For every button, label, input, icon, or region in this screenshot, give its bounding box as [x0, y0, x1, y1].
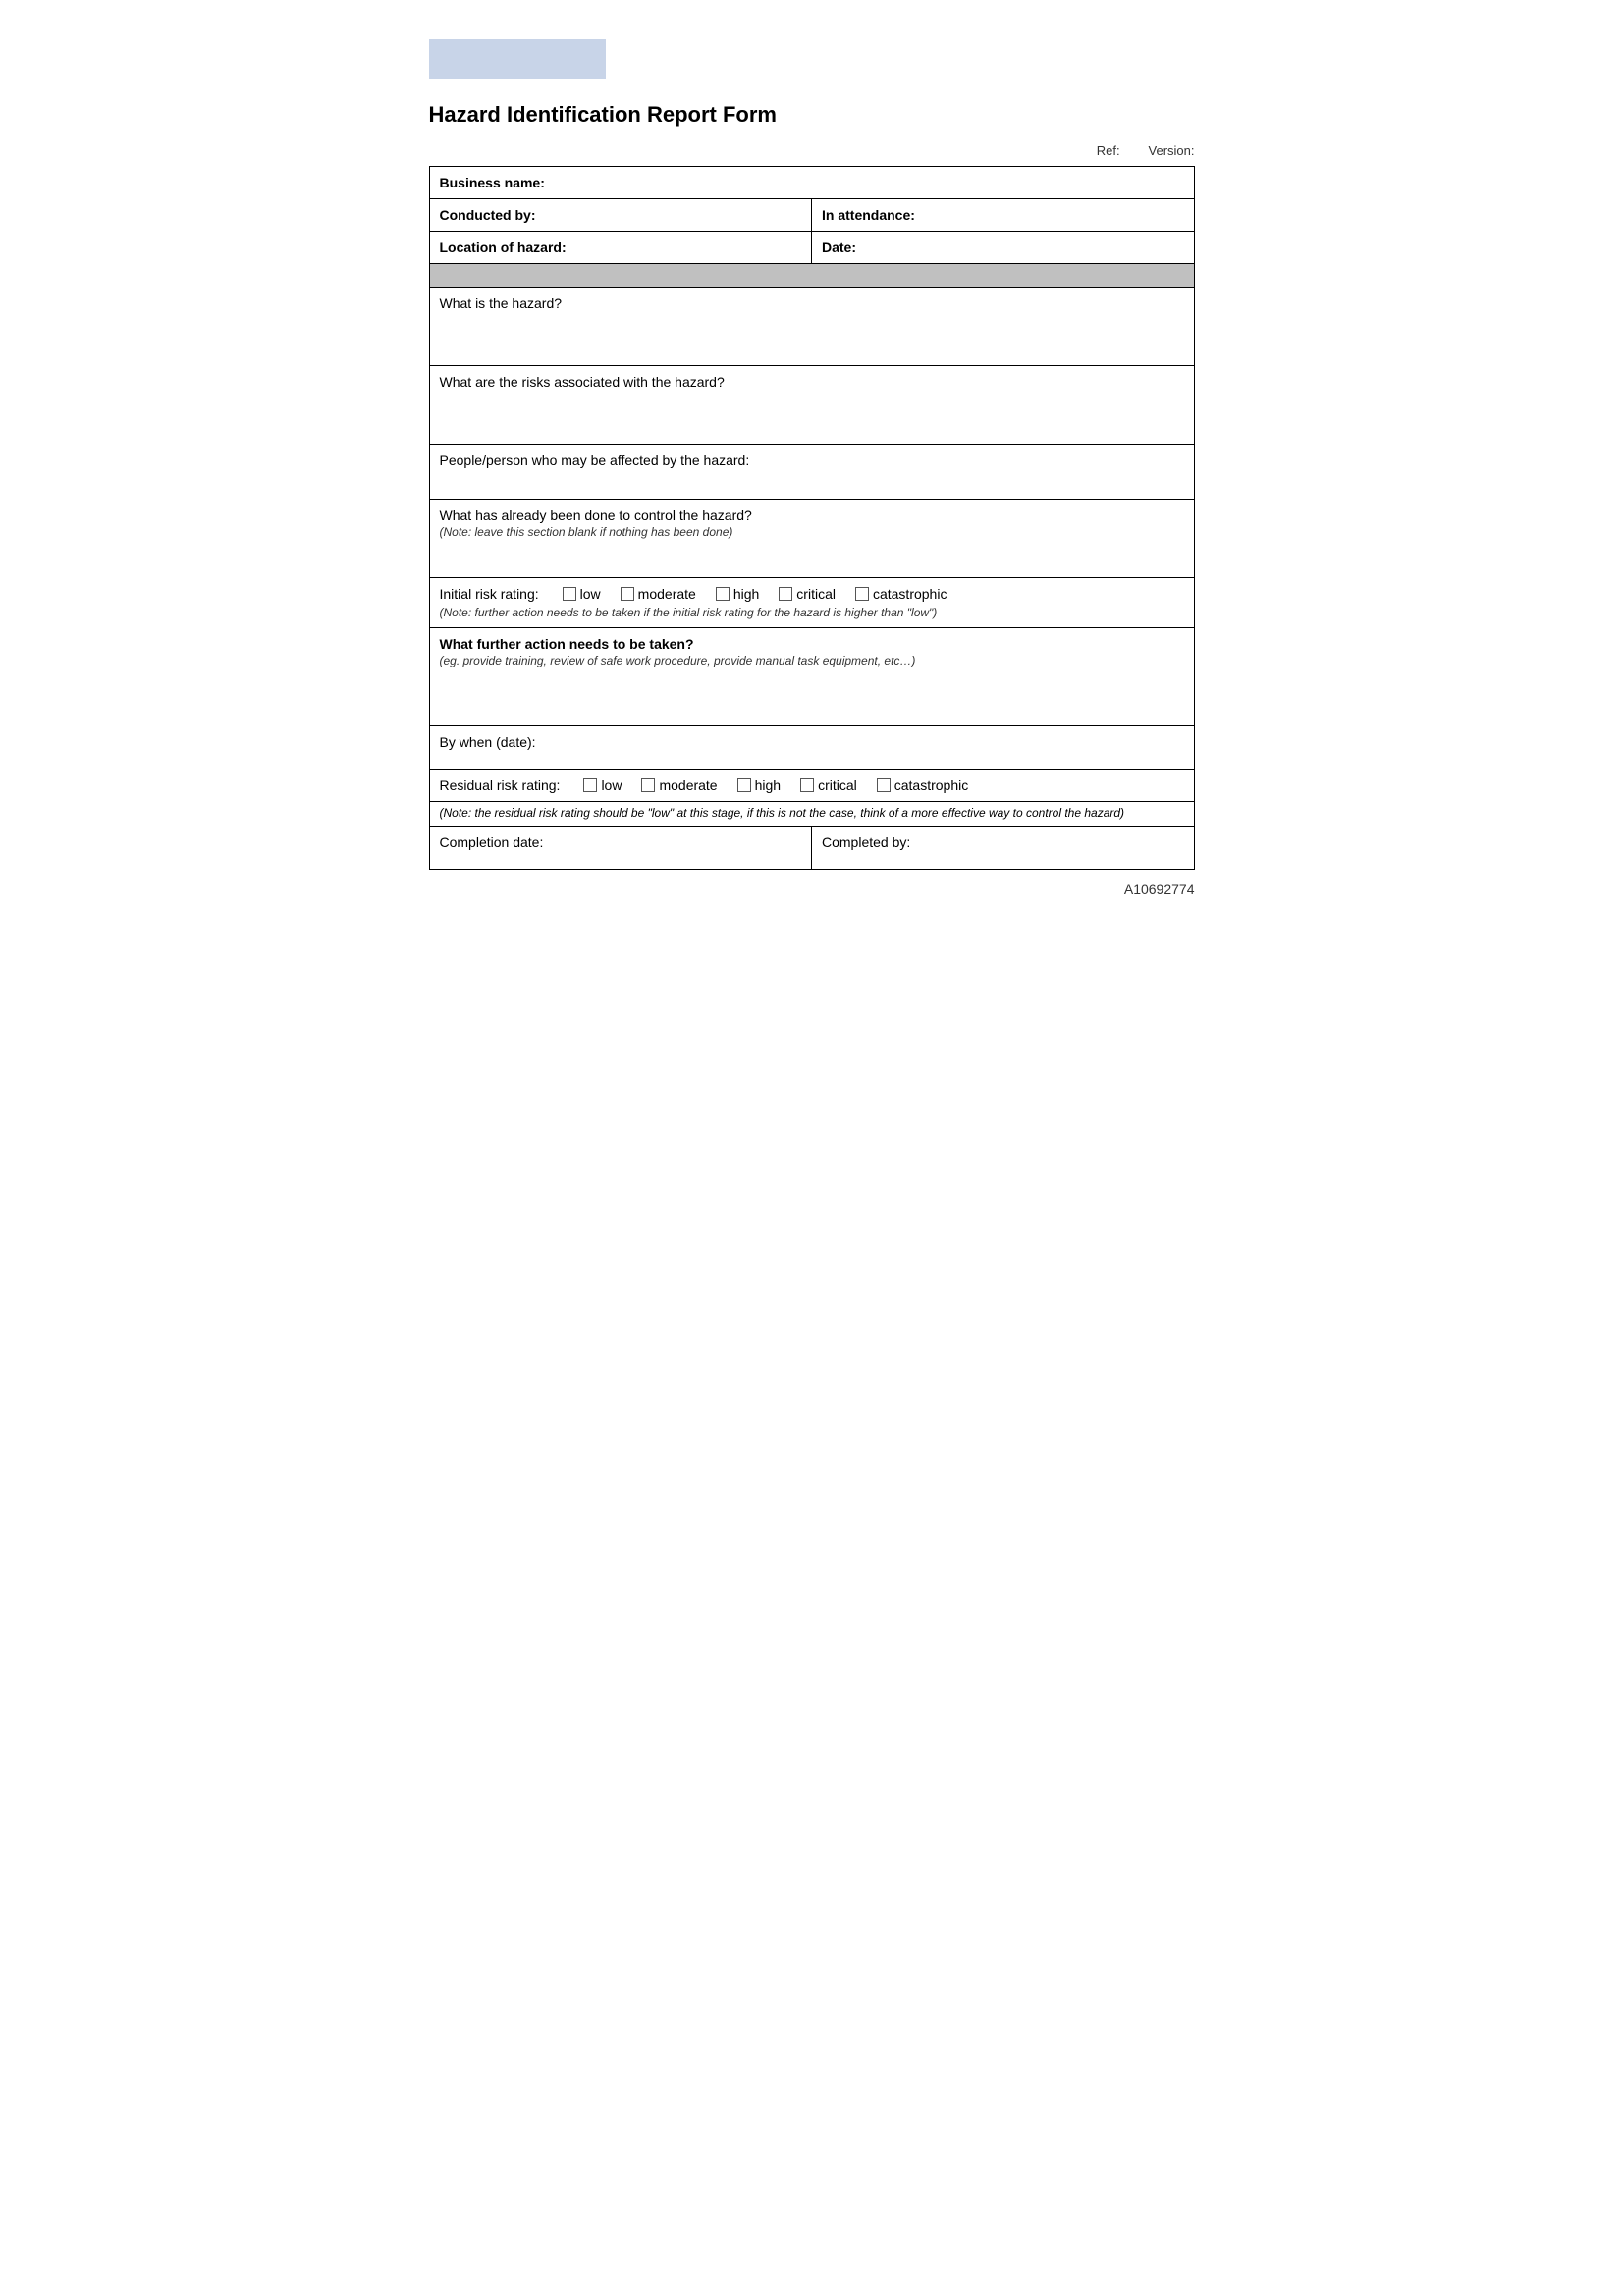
what-hazard-cell: What is the hazard? [429, 288, 1194, 366]
risk-moderate-checkbox[interactable] [621, 587, 634, 601]
residual-note-row: (Note: the residual risk rating should b… [429, 802, 1194, 827]
res-risk-moderate-checkbox[interactable] [641, 778, 655, 792]
in-attendance-cell: In attendance: [812, 199, 1195, 232]
control-done-row: What has already been done to control th… [429, 500, 1194, 578]
risks-row: What are the risks associated with the h… [429, 366, 1194, 445]
res-risk-moderate-item: moderate [641, 777, 717, 793]
res-risk-critical-label: critical [818, 777, 857, 793]
page-title: Hazard Identification Report Form [429, 102, 1195, 128]
further-action-cell: What further action needs to be taken? (… [429, 628, 1194, 726]
completed-by-label: Completed by: [822, 834, 910, 850]
people-cell: People/person who may be affected by the… [429, 445, 1194, 500]
res-risk-high-label: high [755, 777, 781, 793]
completion-date-cell: Completion date: [429, 827, 812, 870]
risk-critical-item: critical [779, 586, 836, 602]
residual-note-text: (Note: the residual risk rating should b… [440, 806, 1125, 820]
risk-catastrophic-item: catastrophic [855, 586, 947, 602]
residual-risk-label: Residual risk rating: [440, 777, 561, 793]
conducted-attendance-row: Conducted by: In attendance: [429, 199, 1194, 232]
res-risk-catastrophic-label: catastrophic [894, 777, 968, 793]
risk-critical-checkbox[interactable] [779, 587, 792, 601]
initial-risk-cell: Initial risk rating: low moderate high c… [429, 578, 1194, 628]
by-when-label: By when (date): [440, 734, 536, 750]
initial-risk-row: Initial risk rating: low moderate high c… [429, 578, 1194, 628]
in-attendance-label: In attendance: [822, 207, 915, 223]
res-risk-low-checkbox[interactable] [583, 778, 597, 792]
ref-version: Ref: Version: [429, 143, 1195, 158]
business-name-label: Business name: [440, 175, 545, 190]
what-hazard-row: What is the hazard? [429, 288, 1194, 366]
res-risk-high-item: high [737, 777, 781, 793]
risk-low-label: low [580, 586, 601, 602]
residual-risk-row: Residual risk rating: low moderate high … [429, 770, 1194, 802]
what-hazard-label: What is the hazard? [440, 295, 563, 311]
res-risk-catastrophic-checkbox[interactable] [877, 778, 891, 792]
location-cell: Location of hazard: [429, 232, 812, 264]
completion-date-label: Completion date: [440, 834, 544, 850]
risk-high-item: high [716, 586, 759, 602]
grey-separator-row [429, 264, 1194, 288]
residual-risk-cell: Residual risk rating: low moderate high … [429, 770, 1194, 802]
by-when-cell: By when (date): [429, 726, 1194, 770]
risk-low-checkbox[interactable] [563, 587, 576, 601]
completed-by-cell: Completed by: [812, 827, 1195, 870]
risk-critical-label: critical [796, 586, 836, 602]
footer-id: A10692774 [429, 881, 1195, 897]
res-risk-moderate-label: moderate [659, 777, 717, 793]
further-action-row: What further action needs to be taken? (… [429, 628, 1194, 726]
conducted-by-label: Conducted by: [440, 207, 536, 223]
risk-catastrophic-label: catastrophic [873, 586, 947, 602]
location-label: Location of hazard: [440, 240, 567, 255]
people-row: People/person who may be affected by the… [429, 445, 1194, 500]
initial-risk-options: Initial risk rating: low moderate high c… [440, 586, 1184, 602]
risks-cell: What are the risks associated with the h… [429, 366, 1194, 445]
completion-row: Completion date: Completed by: [429, 827, 1194, 870]
conducted-by-cell: Conducted by: [429, 199, 812, 232]
date-cell: Date: [812, 232, 1195, 264]
logo-placeholder [429, 39, 606, 79]
res-risk-low-item: low [583, 777, 622, 793]
date-label: Date: [822, 240, 856, 255]
risks-label: What are the risks associated with the h… [440, 374, 725, 390]
business-name-cell: Business name: [429, 167, 1194, 199]
initial-risk-label: Initial risk rating: [440, 586, 539, 602]
form-table: Business name: Conducted by: In attendan… [429, 166, 1195, 870]
res-risk-low-label: low [601, 777, 622, 793]
res-risk-critical-item: critical [800, 777, 857, 793]
control-done-cell: What has already been done to control th… [429, 500, 1194, 578]
risk-low-item: low [563, 586, 601, 602]
res-risk-catastrophic-item: catastrophic [877, 777, 968, 793]
residual-risk-options: Residual risk rating: low moderate high … [440, 777, 1184, 793]
version-label: Version: [1149, 143, 1195, 158]
residual-note-cell: (Note: the residual risk rating should b… [429, 802, 1194, 827]
further-action-sublabel: (eg. provide training, review of safe wo… [440, 654, 1184, 667]
location-date-row: Location of hazard: Date: [429, 232, 1194, 264]
risk-catastrophic-checkbox[interactable] [855, 587, 869, 601]
control-done-note: (Note: leave this section blank if nothi… [440, 525, 1184, 539]
risk-moderate-label: moderate [638, 586, 696, 602]
ref-label: Ref: [1097, 143, 1120, 158]
risk-moderate-item: moderate [621, 586, 696, 602]
initial-risk-note: (Note: further action needs to be taken … [440, 606, 1184, 619]
by-when-row: By when (date): [429, 726, 1194, 770]
people-label: People/person who may be affected by the… [440, 453, 750, 468]
res-risk-high-checkbox[interactable] [737, 778, 751, 792]
control-done-label: What has already been done to control th… [440, 507, 1184, 523]
further-action-label: What further action needs to be taken? [440, 636, 1184, 652]
risk-high-label: high [733, 586, 759, 602]
res-risk-critical-checkbox[interactable] [800, 778, 814, 792]
grey-separator-cell [429, 264, 1194, 288]
business-name-row: Business name: [429, 167, 1194, 199]
risk-high-checkbox[interactable] [716, 587, 730, 601]
